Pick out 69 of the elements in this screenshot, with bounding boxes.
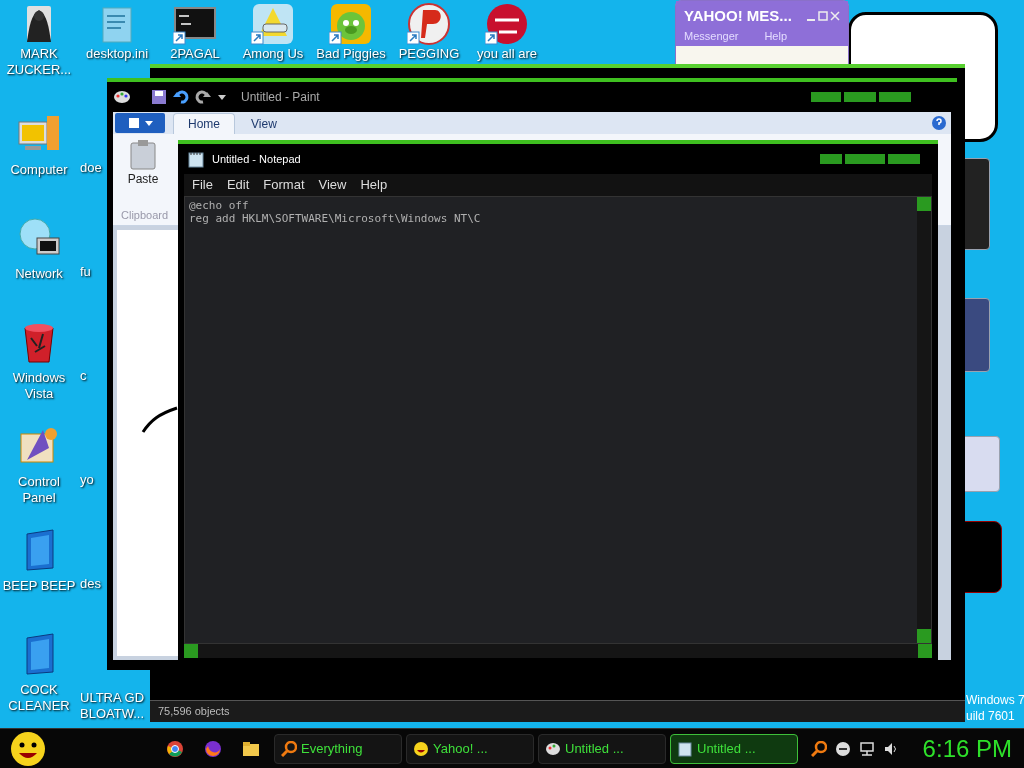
notepad-icon [677, 740, 693, 757]
icon-label: Windows Vista [11, 370, 67, 402]
menu-item[interactable]: File [192, 175, 213, 195]
pig-icon[interactable] [329, 2, 373, 46]
network-icon[interactable] [858, 740, 875, 757]
save-icon[interactable] [151, 89, 167, 105]
ribbon-tab[interactable]: View [237, 113, 291, 134]
window-title: YAHOO! MES... [684, 6, 792, 26]
smiley-icon [413, 740, 429, 757]
chrome-icon[interactable] [166, 739, 184, 758]
window-controls-icon[interactable] [811, 91, 911, 103]
icon-label: Among Us [241, 46, 305, 62]
window-title: Untitled - Notepad [212, 151, 301, 167]
icon-label: BEEP BEEP [1, 578, 77, 594]
letter-ball-icon[interactable] [407, 2, 451, 46]
taskbar-button[interactable]: Untitled ... [538, 733, 666, 764]
icon-label: doe [80, 160, 102, 176]
redo-icon[interactable] [195, 89, 211, 105]
paste-button[interactable]: Paste [121, 140, 165, 188]
taskbar-button[interactable]: Untitled ... [670, 733, 798, 764]
undo-icon[interactable] [173, 89, 189, 105]
os-build-text: Windows 7 [966, 692, 1024, 708]
icon-label: Network [14, 266, 64, 282]
text-line: reg add HKLM\SOFTWARE\Microsoft\Windows NT\C [189, 212, 482, 225]
menu-item[interactable]: View [318, 175, 347, 195]
icon-label: desktop.ini [84, 46, 150, 62]
icon-label: PEGGING [397, 46, 461, 62]
icon-label: Bad Piggies [315, 46, 387, 62]
window-controls-icon[interactable] [820, 153, 920, 165]
window-title: Untitled - Paint [241, 89, 320, 106]
palette-icon [545, 740, 561, 757]
menu-item[interactable]: Format [263, 175, 305, 195]
taskbar-button[interactable]: Everything [274, 733, 402, 764]
icon-label: Computer [9, 162, 69, 178]
status-text: 75,596 objects [158, 704, 230, 720]
icon-label: Control Panel [17, 474, 61, 506]
firefox-icon[interactable] [204, 739, 222, 758]
icon-label: COCK CLEANER [7, 682, 71, 714]
folder-icon[interactable] [242, 739, 260, 758]
os-build-text: uild 7601 [966, 708, 1016, 724]
clipboard-icon [130, 140, 156, 170]
palette-icon[interactable] [113, 89, 131, 105]
app-menu-icon[interactable] [115, 113, 165, 133]
icon-label: ULTRA GD BLOATW... [80, 690, 146, 722]
icon-label: c [80, 368, 87, 384]
circle-logo-icon[interactable] [485, 2, 529, 46]
text-area[interactable]: @echo off reg add HKLM\SOFTWARE\Microsoft\Windows NT\C [184, 196, 932, 644]
clock[interactable]: 6:16 PM [922, 736, 1012, 761]
search-icon [281, 740, 297, 757]
icon-label: yo [80, 472, 94, 488]
window-controls-icon[interactable] [806, 11, 840, 22]
icon-label: 2PAGAL [169, 46, 221, 62]
tile-icon[interactable] [251, 2, 295, 46]
icon-label: fu [80, 264, 91, 280]
taskbar-button[interactable]: Yahoo! ... [406, 733, 534, 764]
text-line: @echo off [189, 199, 250, 212]
help-icon[interactable] [931, 115, 947, 131]
menu-item[interactable]: Help [360, 175, 388, 195]
icon-label: des [80, 576, 101, 592]
caret-icon[interactable] [217, 92, 227, 102]
icon-label: MARK ZUCKER... [5, 46, 73, 78]
smiley-icon[interactable] [10, 730, 46, 767]
minus-circle-icon[interactable] [834, 740, 851, 757]
search-icon[interactable] [810, 740, 827, 757]
icon-label: you all are [476, 46, 538, 62]
group-label: Clipboard [121, 207, 169, 223]
menu-item[interactable]: Edit [226, 175, 250, 195]
ribbon-tab[interactable]: Home [173, 113, 235, 134]
notepad-icon[interactable] [188, 150, 204, 168]
